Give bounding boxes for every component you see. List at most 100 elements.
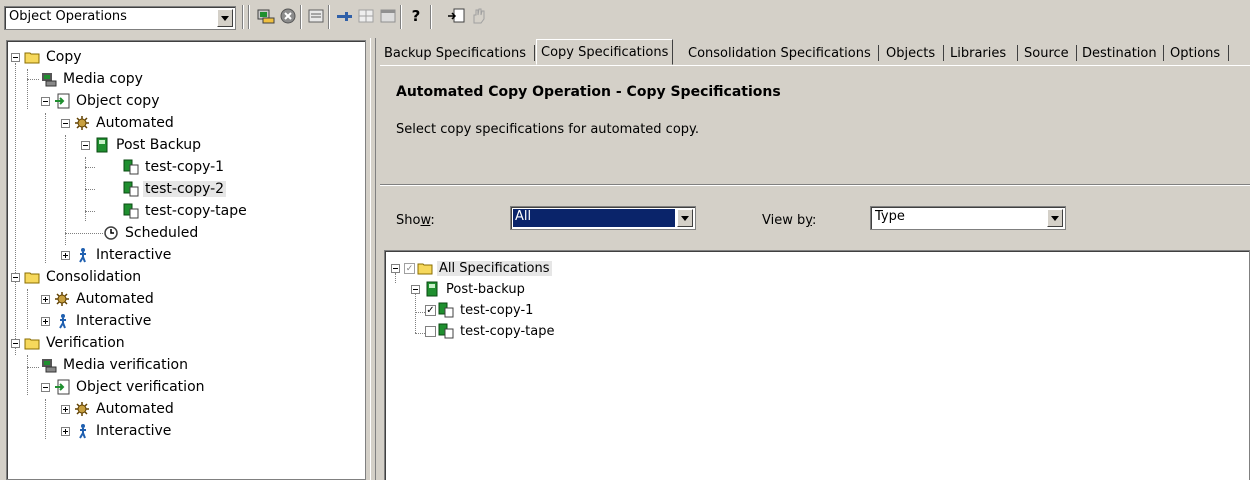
folder-icon [24, 335, 40, 351]
tab-options[interactable]: Options [1166, 42, 1224, 64]
collapse-icon[interactable] [41, 96, 50, 106]
toolbar-separator [430, 5, 432, 29]
tab-label: Destination [1082, 45, 1157, 61]
show-label-text: Sho [396, 213, 421, 228]
pane-splitter[interactable] [370, 38, 376, 480]
tab-label: Options [1170, 45, 1221, 61]
tab-label: Objects [886, 45, 936, 61]
tree-item-test-copy-tape[interactable]: test-copy-tape [123, 200, 249, 222]
tree-item-automated[interactable]: Automated [61, 112, 176, 134]
tab-objects[interactable]: Objects [882, 42, 939, 64]
tree-item-test-copy-tape[interactable]: test-copy-tape [425, 320, 556, 342]
show-label: Show: [396, 213, 435, 228]
tab-copy-specifications[interactable]: Copy Specifications [536, 39, 674, 65]
tree-label: test-copy-tape [460, 323, 555, 339]
toolbar-separator [248, 5, 250, 29]
tree-label: test-copy-2 [143, 181, 227, 197]
test-copy-tape-checkbox[interactable] [425, 325, 436, 337]
expand-icon[interactable] [41, 316, 50, 326]
folder-icon [417, 260, 433, 276]
collapse-icon[interactable] [11, 52, 20, 62]
tab-label: Copy Specifications [541, 44, 669, 60]
tree-item-test-copy-2[interactable]: test-copy-2 [123, 178, 227, 200]
all-specifications-checkbox[interactable]: ✓ [404, 262, 415, 274]
tree-label: Scheduled [125, 225, 199, 241]
tree-label: Post-backup [446, 281, 525, 297]
help-icon[interactable]: ? [406, 6, 426, 26]
test-copy-1-checkbox[interactable]: ✓ [425, 304, 436, 316]
toolbar-separator [242, 5, 244, 29]
chevron-down-icon[interactable] [1047, 209, 1063, 227]
expand-icon[interactable] [41, 294, 50, 304]
collapse-icon[interactable] [61, 118, 70, 128]
tree-item-post-backup[interactable]: Post-backup [411, 278, 527, 300]
tree-label: test-copy-1 [145, 159, 225, 175]
media-copy-icon [41, 71, 57, 87]
tree-label: Interactive [96, 423, 172, 439]
expand-icon[interactable] [61, 250, 70, 260]
table-icon[interactable] [378, 6, 398, 26]
object-operations-combo[interactable]: Object Operations [4, 6, 236, 30]
goto-icon[interactable] [446, 6, 466, 26]
collapse-icon[interactable] [41, 382, 50, 392]
collapse-icon[interactable] [81, 140, 90, 150]
hand-icon[interactable] [468, 6, 488, 26]
tree-item-verification[interactable]: Verification [11, 332, 127, 354]
tree-item-post-backup[interactable]: Post Backup [81, 134, 203, 156]
tree-label: Verification [46, 335, 125, 351]
tree-item-verification-automated[interactable]: Automated [61, 398, 176, 420]
tab-bar: Backup Specifications Copy Specification… [380, 38, 1250, 66]
tab-consolidation-specifications[interactable]: Consolidation Specifications [684, 42, 875, 64]
chevron-down-icon[interactable] [677, 209, 693, 227]
tab-backup-specifications[interactable]: Backup Specifications [380, 42, 530, 64]
tab-label: Libraries [950, 45, 1007, 61]
expand-icon[interactable] [61, 404, 70, 414]
tree-item-object-copy[interactable]: Object copy [41, 90, 161, 112]
chevron-down-icon[interactable] [217, 9, 233, 27]
tab-libraries[interactable]: Libraries [946, 42, 1010, 64]
object-operations-value: Object Operations [9, 9, 127, 24]
tree-item-test-copy-1[interactable]: test-copy-1 [123, 156, 226, 178]
show-select[interactable]: All [510, 206, 696, 230]
tree-item-consolidation-interactive[interactable]: Interactive [41, 310, 153, 332]
tree-item-media-copy[interactable]: Media copy [41, 68, 145, 90]
expand-icon[interactable] [61, 426, 70, 436]
collapse-icon[interactable] [391, 263, 400, 273]
toolbar-separator [300, 5, 302, 29]
interactive-user-icon [74, 247, 90, 263]
tree-item-media-verification[interactable]: Media verification [41, 354, 190, 376]
tab-destination[interactable]: Destination [1078, 42, 1161, 64]
toolbar-separator [400, 5, 402, 29]
pin-icon[interactable] [334, 6, 354, 26]
tree-item-verification-interactive[interactable]: Interactive [61, 420, 173, 442]
collapse-icon[interactable] [11, 338, 20, 348]
list-icon[interactable] [306, 6, 326, 26]
tree-label: test-copy-tape [145, 203, 247, 219]
collapse-icon[interactable] [11, 272, 20, 282]
tree-item-consolidation[interactable]: Consolidation [11, 266, 143, 288]
tree-item-all-specifications[interactable]: ✓ All Specifications [391, 257, 552, 279]
tree-item-test-copy-1[interactable]: ✓ test-copy-1 [425, 299, 535, 321]
grid-icon[interactable] [356, 6, 376, 26]
tree-item-scheduled[interactable]: Scheduled [103, 222, 200, 244]
tree-item-object-verification[interactable]: Object verification [41, 376, 207, 398]
tree-label: Consolidation [46, 269, 142, 285]
view-by-label-text: View b [762, 213, 806, 228]
stop-icon[interactable] [278, 6, 298, 26]
view-by-select[interactable]: Type [870, 206, 1066, 230]
collapse-icon[interactable] [411, 284, 420, 294]
tab-source[interactable]: Source [1020, 42, 1073, 64]
specifications-tree[interactable]: ✓ All Specifications Post-backup ✓ test-… [384, 250, 1250, 480]
tree-label: Automated [76, 291, 154, 307]
help-glyph: ? [411, 7, 421, 25]
tree-item-copy[interactable]: Copy [11, 46, 84, 68]
tab-label: Source [1024, 45, 1069, 61]
report-icon[interactable] [256, 6, 276, 26]
tree-label: Media copy [63, 71, 143, 87]
copy-spec-icon [123, 159, 139, 175]
copy-spec-icon [123, 203, 139, 219]
tree-label: Post Backup [116, 137, 202, 153]
operations-tree[interactable]: Copy Media copy Object copy Automated Po… [6, 40, 366, 480]
tree-item-consolidation-automated[interactable]: Automated [41, 288, 156, 310]
tree-item-interactive[interactable]: Interactive [61, 244, 173, 266]
